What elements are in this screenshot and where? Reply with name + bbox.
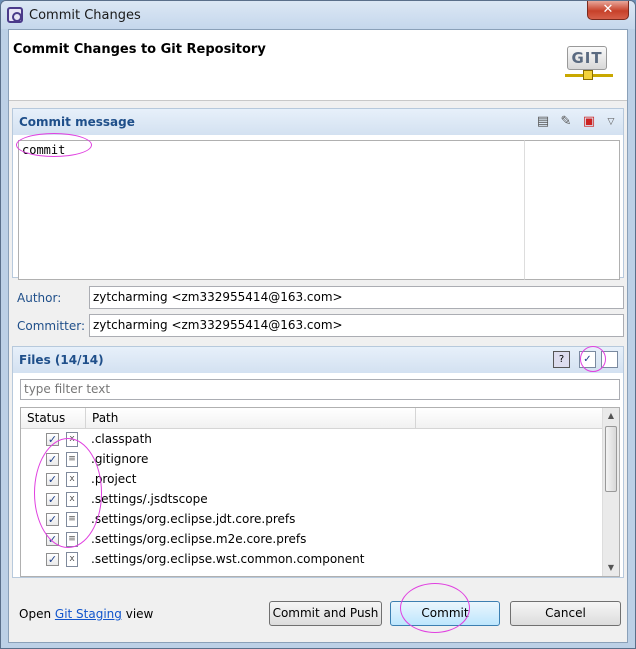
signed-off-icon[interactable]: ✎ <box>558 114 574 130</box>
commit-message-header: Commit message ▤ ✎ ▣ ▽ <box>13 109 623 135</box>
file-checkbox[interactable]: ✓ <box>46 493 59 506</box>
file-checkbox[interactable]: ✓ <box>46 513 59 526</box>
files-header: Files (14/14) ? ✓ <box>13 347 623 373</box>
file-checkbox[interactable]: ✓ <box>46 553 59 566</box>
file-icon: x <box>66 472 78 487</box>
file-checkbox[interactable]: ✓ <box>46 473 59 486</box>
commit-message-side-panel <box>524 140 620 280</box>
cancel-button[interactable]: Cancel <box>510 601 621 626</box>
files-section: Files (14/14) ? ✓ type filter text Statu… <box>12 346 624 578</box>
dialog-heading: Commit Changes to Git Repository <box>13 42 266 57</box>
commit-button[interactable]: Commit <box>390 601 500 626</box>
open-staging-view-text: Open Git Staging view <box>19 607 153 621</box>
file-path: .settings/org.eclipse.wst.common.compone… <box>91 552 365 566</box>
commit-message-title: Commit message <box>19 115 135 129</box>
title-bar[interactable]: Commit Changes ✕ <box>1 1 635 29</box>
table-row[interactable]: ✓ x .settings/org.eclipse.wst.common.com… <box>21 550 603 570</box>
close-button[interactable]: ✕ <box>587 1 629 20</box>
file-checkbox[interactable]: ✓ <box>46 433 59 446</box>
scroll-down-arrow-icon[interactable]: ▼ <box>603 560 619 576</box>
file-path: .settings/.jsdtscope <box>91 492 208 506</box>
commit-and-push-button[interactable]: Commit and Push <box>269 601 382 626</box>
commit-message-input[interactable]: commit <box>18 140 525 280</box>
file-icon: x <box>66 492 78 507</box>
open-label: Open <box>19 607 52 621</box>
author-field[interactable]: zytcharming <zm332955414@163.com> <box>89 286 624 309</box>
status-column-header[interactable]: Status <box>27 411 65 425</box>
table-row[interactable]: ✓ ≡ .gitignore <box>21 450 603 470</box>
committer-label: Committer: <box>17 319 85 333</box>
window-title: Commit Changes <box>29 8 141 23</box>
eclipse-app-icon <box>7 7 23 23</box>
committer-field[interactable]: zytcharming <zm332955414@163.com> <box>89 314 624 337</box>
path-column-header[interactable]: Path <box>92 411 118 425</box>
file-icon: ≡ <box>66 532 78 547</box>
dialog-body: Commit Changes to Git Repository GIT Com… <box>8 29 628 643</box>
previous-messages-icon[interactable]: ▤ <box>535 114 551 130</box>
dialog-header: Commit Changes to Git Repository GIT <box>9 30 627 101</box>
git-staging-link[interactable]: Git Staging <box>55 607 122 621</box>
column-separator <box>415 408 416 429</box>
commit-changes-dialog: Commit Changes ✕ Commit Changes to Git R… <box>0 0 636 649</box>
table-row[interactable]: ✓ x .project <box>21 470 603 490</box>
author-label: Author: <box>17 291 62 305</box>
scroll-up-arrow-icon[interactable]: ▲ <box>603 408 619 424</box>
files-title: Files (14/14) <box>19 353 104 367</box>
view-label: view <box>125 607 154 621</box>
commit-message-section: Commit message ▤ ✎ ▣ ▽ commit <box>12 108 624 280</box>
files-table: Status Path ✓ x .classpath ✓ ≡ .gitignor… <box>20 407 620 577</box>
file-path: .settings/org.eclipse.jdt.core.prefs <box>91 512 296 526</box>
table-row[interactable]: ✓ ≡ .settings/org.eclipse.jdt.core.prefs <box>21 510 603 530</box>
file-path: .gitignore <box>91 452 149 466</box>
file-icon: ≡ <box>66 452 78 467</box>
table-row[interactable]: ✓ x .settings/.jsdtscope <box>21 490 603 510</box>
git-logo-icon: GIT <box>565 44 615 80</box>
commit-message-text: commit <box>22 143 66 157</box>
file-checkbox[interactable]: ✓ <box>46 533 59 546</box>
view-menu-chevron-down-icon[interactable]: ▽ <box>603 114 619 130</box>
deselect-all-checkbox-icon[interactable] <box>601 351 618 368</box>
show-untracked-icon[interactable]: ? <box>553 351 570 368</box>
file-path: .settings/org.eclipse.m2e.core.prefs <box>91 532 307 546</box>
file-checkbox[interactable]: ✓ <box>46 453 59 466</box>
column-separator <box>85 408 86 429</box>
select-all-checkbox-icon[interactable]: ✓ <box>579 351 596 368</box>
table-row[interactable]: ✓ ≡ .settings/org.eclipse.m2e.core.prefs <box>21 530 603 550</box>
file-icon: x <box>66 432 78 447</box>
file-path: .classpath <box>91 432 152 446</box>
table-row[interactable]: ✓ x .classpath <box>21 430 603 450</box>
scrollbar-thumb[interactable] <box>605 426 617 492</box>
file-icon: ≡ <box>66 512 78 527</box>
file-filter-input[interactable]: type filter text <box>20 379 620 400</box>
files-vertical-scrollbar[interactable]: ▲ ▼ <box>602 408 619 576</box>
file-path: .project <box>91 472 137 486</box>
file-icon: x <box>66 552 78 567</box>
change-id-icon[interactable]: ▣ <box>581 114 597 130</box>
git-logo-text: GIT <box>567 46 607 70</box>
files-table-header: Status Path <box>21 408 603 429</box>
git-logo-knob <box>583 70 593 80</box>
